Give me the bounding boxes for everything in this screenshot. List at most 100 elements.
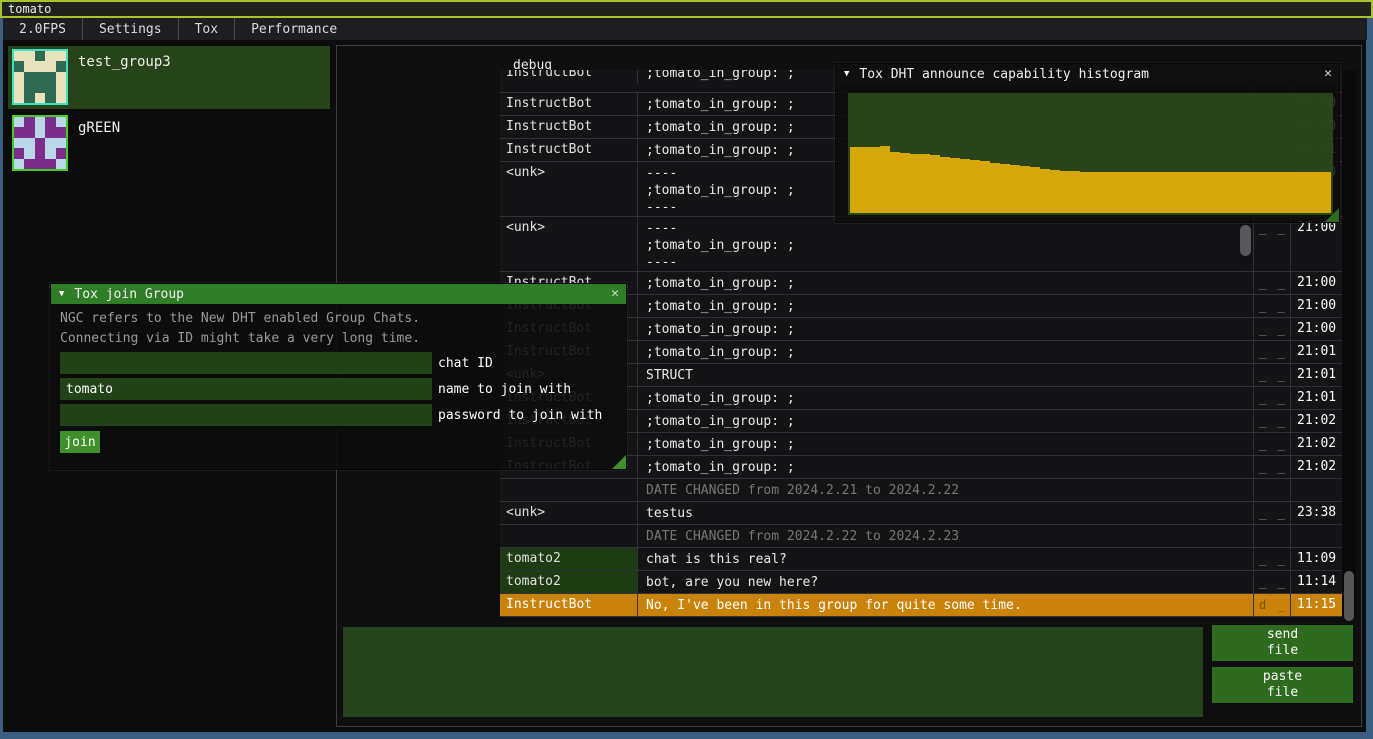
menu-tox[interactable]: Tox bbox=[179, 18, 235, 40]
histogram-bar bbox=[870, 147, 880, 213]
close-icon[interactable]: ✕ bbox=[611, 286, 619, 301]
menu-settings[interactable]: Settings bbox=[83, 18, 179, 40]
paste-file-button[interactable]: paste file bbox=[1212, 667, 1353, 703]
group-name: test_group3 bbox=[78, 54, 171, 70]
join-name-input[interactable] bbox=[60, 378, 432, 400]
flags-cell: _ _ bbox=[1253, 502, 1290, 524]
histogram-bar bbox=[1261, 172, 1271, 213]
message-row[interactable]: <unk>testus_ _23:38 bbox=[500, 502, 1342, 525]
flags-cell: _ _ bbox=[1253, 272, 1290, 294]
send-file-button[interactable]: send file bbox=[1212, 625, 1353, 661]
chat-id-input[interactable] bbox=[60, 352, 432, 374]
dht-histogram-titlebar[interactable]: ▼ Tox DHT announce capability histogram … bbox=[836, 64, 1339, 84]
flags-cell: _ _ bbox=[1253, 318, 1290, 340]
window-frame-right bbox=[1366, 18, 1373, 739]
histogram-bar bbox=[1211, 172, 1221, 213]
histogram-bar bbox=[1120, 172, 1130, 213]
histogram-bar bbox=[1060, 171, 1070, 213]
time-cell: 21:02 bbox=[1290, 410, 1342, 432]
histogram-bar bbox=[920, 154, 930, 213]
histogram-bar bbox=[1000, 164, 1010, 213]
histogram-bar bbox=[1311, 172, 1321, 213]
time-cell: 21:02 bbox=[1290, 433, 1342, 455]
message-cell: ;tomato_in_group: ; bbox=[637, 318, 1253, 340]
group-avatar bbox=[12, 115, 68, 171]
join-group-titlebar[interactable]: ▼ Tox join Group ✕ bbox=[51, 284, 626, 304]
message-input[interactable] bbox=[343, 627, 1203, 717]
time-cell bbox=[1290, 525, 1342, 547]
message-cell: ;tomato_in_group: ; bbox=[637, 433, 1253, 455]
message-cell: bot, are you new here? bbox=[637, 571, 1253, 593]
dht-histogram-window: ▼ Tox DHT announce capability histogram … bbox=[835, 63, 1340, 223]
titlebar[interactable]: tomato bbox=[0, 0, 1373, 18]
histogram-bar bbox=[1010, 165, 1020, 213]
histogram-bar bbox=[1100, 172, 1110, 213]
join-group-window: ▼ Tox join Group ✕ NGC refers to the New… bbox=[50, 283, 627, 470]
flags-cell: _ _ bbox=[1253, 341, 1290, 363]
date-divider-row: DATE CHANGED from 2024.2.21 to 2024.2.22 bbox=[500, 479, 1342, 502]
sender-cell: InstructBot bbox=[500, 93, 637, 115]
time-cell: 11:09 bbox=[1290, 548, 1342, 570]
histogram-bar bbox=[990, 163, 1000, 213]
flags-cell bbox=[1253, 525, 1290, 547]
flags-cell bbox=[1253, 479, 1290, 501]
histogram-bar bbox=[1231, 172, 1241, 213]
histogram-bar bbox=[1160, 172, 1170, 213]
join-name-label: name to join with bbox=[438, 382, 571, 397]
collapse-arrow-icon[interactable]: ▼ bbox=[59, 289, 64, 299]
window-title: tomato bbox=[8, 2, 51, 16]
app-window: tomato 2.0FPS Settings Tox Performance t… bbox=[0, 0, 1373, 739]
histogram-bar bbox=[1020, 166, 1030, 213]
message-row[interactable]: InstructBotNo, I've been in this group f… bbox=[500, 594, 1342, 617]
message-scrollbar-thumb[interactable] bbox=[1240, 225, 1251, 256]
chat-scrollbar[interactable] bbox=[1342, 70, 1356, 617]
sender-cell bbox=[500, 525, 637, 547]
menubar: 2.0FPS Settings Tox Performance bbox=[3, 18, 1367, 40]
menu-performance[interactable]: Performance bbox=[235, 18, 353, 40]
message-scrollbar[interactable] bbox=[1239, 222, 1252, 266]
histogram-bar bbox=[1070, 171, 1080, 213]
collapse-arrow-icon[interactable]: ▼ bbox=[844, 69, 849, 79]
time-cell: 21:00 bbox=[1290, 318, 1342, 340]
join-button[interactable]: join bbox=[60, 431, 100, 453]
histogram-bar bbox=[1201, 172, 1211, 213]
sender-cell: InstructBot bbox=[500, 594, 637, 616]
time-cell: 11:14 bbox=[1290, 571, 1342, 593]
histogram-bar bbox=[1291, 172, 1301, 213]
join-password-label: password to join with bbox=[438, 408, 602, 423]
sender-cell: InstructBot bbox=[500, 139, 637, 161]
histogram-bar bbox=[1241, 172, 1251, 213]
sender-cell: <unk> bbox=[500, 502, 637, 524]
flags-cell: _ _ bbox=[1253, 571, 1290, 593]
group-item-test_group3[interactable]: test_group3 bbox=[8, 46, 330, 109]
message-row[interactable]: tomato2bot, are you new here?_ _11:14 bbox=[500, 571, 1342, 594]
flags-cell: _ _ bbox=[1253, 456, 1290, 478]
time-cell: 21:02 bbox=[1290, 456, 1342, 478]
histogram-bar bbox=[1130, 172, 1140, 213]
time-cell: 21:01 bbox=[1290, 341, 1342, 363]
group-item-gREEN[interactable]: gREEN bbox=[8, 112, 330, 175]
join-password-input[interactable] bbox=[60, 404, 432, 426]
histogram-bar bbox=[860, 147, 870, 213]
histogram-bar bbox=[910, 154, 920, 213]
flags-cell: _ _ bbox=[1253, 364, 1290, 386]
message-cell: chat is this real? bbox=[637, 548, 1253, 570]
close-icon[interactable]: ✕ bbox=[1324, 66, 1332, 81]
histogram-plot bbox=[848, 93, 1333, 215]
sender-cell: <unk> bbox=[500, 162, 637, 216]
resize-grip[interactable] bbox=[612, 455, 626, 469]
chat-scrollbar-thumb[interactable] bbox=[1344, 571, 1354, 621]
message-row[interactable]: <unk>----;tomato_in_group: ;----_ _21:00 bbox=[500, 217, 1342, 272]
histogram-bar bbox=[1301, 172, 1311, 213]
sender-cell: tomato2 bbox=[500, 571, 637, 593]
time-cell: 23:38 bbox=[1290, 502, 1342, 524]
flags-cell: _ _ bbox=[1253, 295, 1290, 317]
resize-grip[interactable] bbox=[1325, 208, 1339, 222]
histogram-bar bbox=[1321, 172, 1331, 213]
message-cell: DATE CHANGED from 2024.2.22 to 2024.2.23 bbox=[637, 525, 1253, 547]
menu-fps: 2.0FPS bbox=[3, 18, 83, 40]
message-row[interactable]: tomato2chat is this real?_ _11:09 bbox=[500, 548, 1342, 571]
join-group-title: Tox join Group bbox=[74, 287, 184, 302]
histogram-bar bbox=[900, 153, 910, 213]
message-cell: ;tomato_in_group: ; bbox=[637, 341, 1253, 363]
